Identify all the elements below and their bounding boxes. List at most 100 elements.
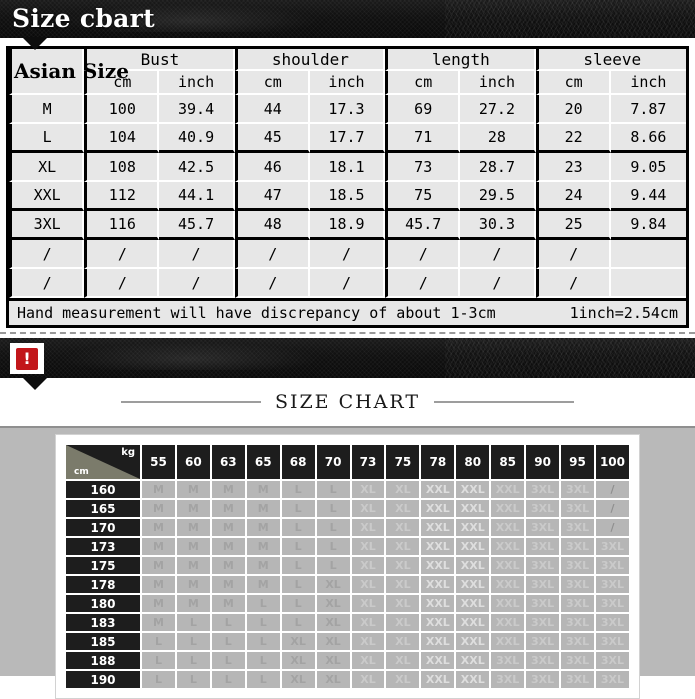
chart-cell: L [142, 652, 175, 669]
chart-cell: 3XL [595, 671, 629, 688]
chart-cell: L [142, 671, 175, 688]
chart-cell: XL [351, 671, 385, 688]
footer-note-cell: Hand measurement will have discrepancy o… [9, 298, 686, 325]
chart-cell-value: XXL [495, 502, 520, 515]
size-chart-heading: SIZE CHART [0, 378, 695, 426]
chart-cell: / [595, 500, 629, 517]
chart-cell: XXL [456, 538, 490, 555]
row-size-label: L [9, 124, 85, 153]
chart-cell: M [211, 557, 245, 574]
chart-cell-value: XXL [460, 559, 485, 572]
chart-cell-value: XL [360, 483, 376, 496]
chart-cell: L [246, 633, 280, 650]
chart-cell: XL [316, 633, 350, 650]
table-cell: 75 [385, 182, 461, 211]
chart-cell-value: XXL [460, 578, 485, 591]
chart-cell-value: 3XL [600, 540, 625, 553]
chart-cell: M [142, 538, 175, 555]
chart-cell-value: XL [395, 673, 411, 686]
height-label-185: 185 [66, 633, 140, 650]
height-weight-chart-frame: kg cm 55 60 63 65 68 70 73 75 78 80 85 90 95 100 160 M M M… [55, 434, 640, 699]
chart-cell: / [595, 481, 629, 498]
chart-cell: XXL [421, 614, 455, 631]
banner-arrow-icon [22, 37, 48, 50]
chart-cell: M [176, 576, 210, 593]
table-cell: 116 [84, 211, 160, 240]
chart-cell: XXL [456, 671, 490, 688]
height-label-178: 178 [66, 576, 140, 593]
table-cell: / [159, 240, 235, 269]
chart-cell: 3XL [526, 557, 560, 574]
chart-cell: 3XL [561, 671, 594, 688]
chart-cell-value: XXL [425, 559, 450, 572]
chart-cell-value: M [222, 578, 234, 591]
footer-conversion: 1inch=2.54cm [569, 304, 678, 322]
chart-cell-value: M [187, 483, 199, 496]
chart-cell: M [176, 557, 210, 574]
chart-cell: XL [351, 538, 385, 555]
banner-sheen-2 [60, 342, 320, 370]
chart-cell-value: L [294, 578, 302, 591]
chart-cell: L [211, 614, 245, 631]
chart-cell-value: L [224, 635, 232, 648]
table-row: L 104 40.9 45 17.7 71 28 22 8.66 [9, 124, 686, 153]
row-size-label: / [9, 240, 85, 269]
chart-cell-value: XL [395, 540, 411, 553]
chart-cell-value: M [187, 521, 199, 534]
chart-cell: L [281, 595, 315, 612]
table-cell: 73 [385, 153, 461, 182]
chart-cell: XL [316, 595, 350, 612]
chart-cell: M [142, 481, 175, 498]
chart-cell-value: L [294, 521, 302, 534]
table-cell: 17.3 [309, 95, 386, 124]
chart-cell-value: L [259, 597, 267, 610]
chart-cell: XXL [491, 481, 525, 498]
chart-cell: L [211, 652, 245, 669]
chart-cell: XL [351, 595, 385, 612]
table-cell: 28 [460, 124, 536, 153]
chart-cell: M [246, 538, 280, 555]
chart-cell-value: XXL [495, 540, 520, 553]
chart-cell: 3XL [526, 481, 560, 498]
table-cell: / [84, 269, 160, 298]
chart-cell-value: XL [290, 654, 306, 667]
chart-cell-value: XXL [460, 673, 485, 686]
chart-cell-value: XL [360, 578, 376, 591]
chart-cell-value: XXL [425, 673, 450, 686]
chart-cell: L [281, 614, 315, 631]
chart-cell: XL [316, 614, 350, 631]
chart-cell: XL [351, 500, 385, 517]
chart-cell: XL [316, 652, 350, 669]
chart-cell-value: XXL [425, 540, 450, 553]
chart-cell-value: / [610, 521, 615, 534]
chart-cell: M [211, 481, 245, 498]
chart-cell: XXL [421, 481, 455, 498]
chart-cell-value: L [189, 635, 197, 648]
chart-cell: 3XL [561, 614, 594, 631]
table-row: / / / / / / / / [9, 240, 686, 269]
table-cell: 40.9 [159, 124, 235, 153]
chart-cell: 3XL [595, 557, 629, 574]
measurement-header-length: length [385, 49, 536, 71]
chart-cell-value: 3XL [565, 654, 590, 667]
chart-cell-value: M [187, 597, 199, 610]
chart-cell-value: XL [325, 616, 341, 629]
chart-cell-value: / [610, 502, 615, 515]
chart-cell: XL [351, 633, 385, 650]
chart-cell: 3XL [491, 671, 525, 688]
weight-header-90: 90 [526, 445, 560, 479]
chart-row: 183 M L L L L XL XL XL XXL XXL XXL 3XL 3XL 3XL [66, 614, 629, 631]
divider-line [0, 332, 695, 334]
chart-cell-value: XL [360, 673, 376, 686]
chart-cell: XL [351, 481, 385, 498]
chart-cell-value: L [259, 616, 267, 629]
chart-cell-value: XXL [460, 502, 485, 515]
chart-cell-value: XXL [460, 521, 485, 534]
chart-cell-value: XL [325, 635, 341, 648]
chart-cell: XXL [491, 519, 525, 536]
chart-cell-value: XXL [495, 616, 520, 629]
height-label-165: 165 [66, 500, 140, 517]
chart-cell-value: 3XL [600, 616, 625, 629]
chart-cell-value: L [189, 616, 197, 629]
height-label-180: 180 [66, 595, 140, 612]
